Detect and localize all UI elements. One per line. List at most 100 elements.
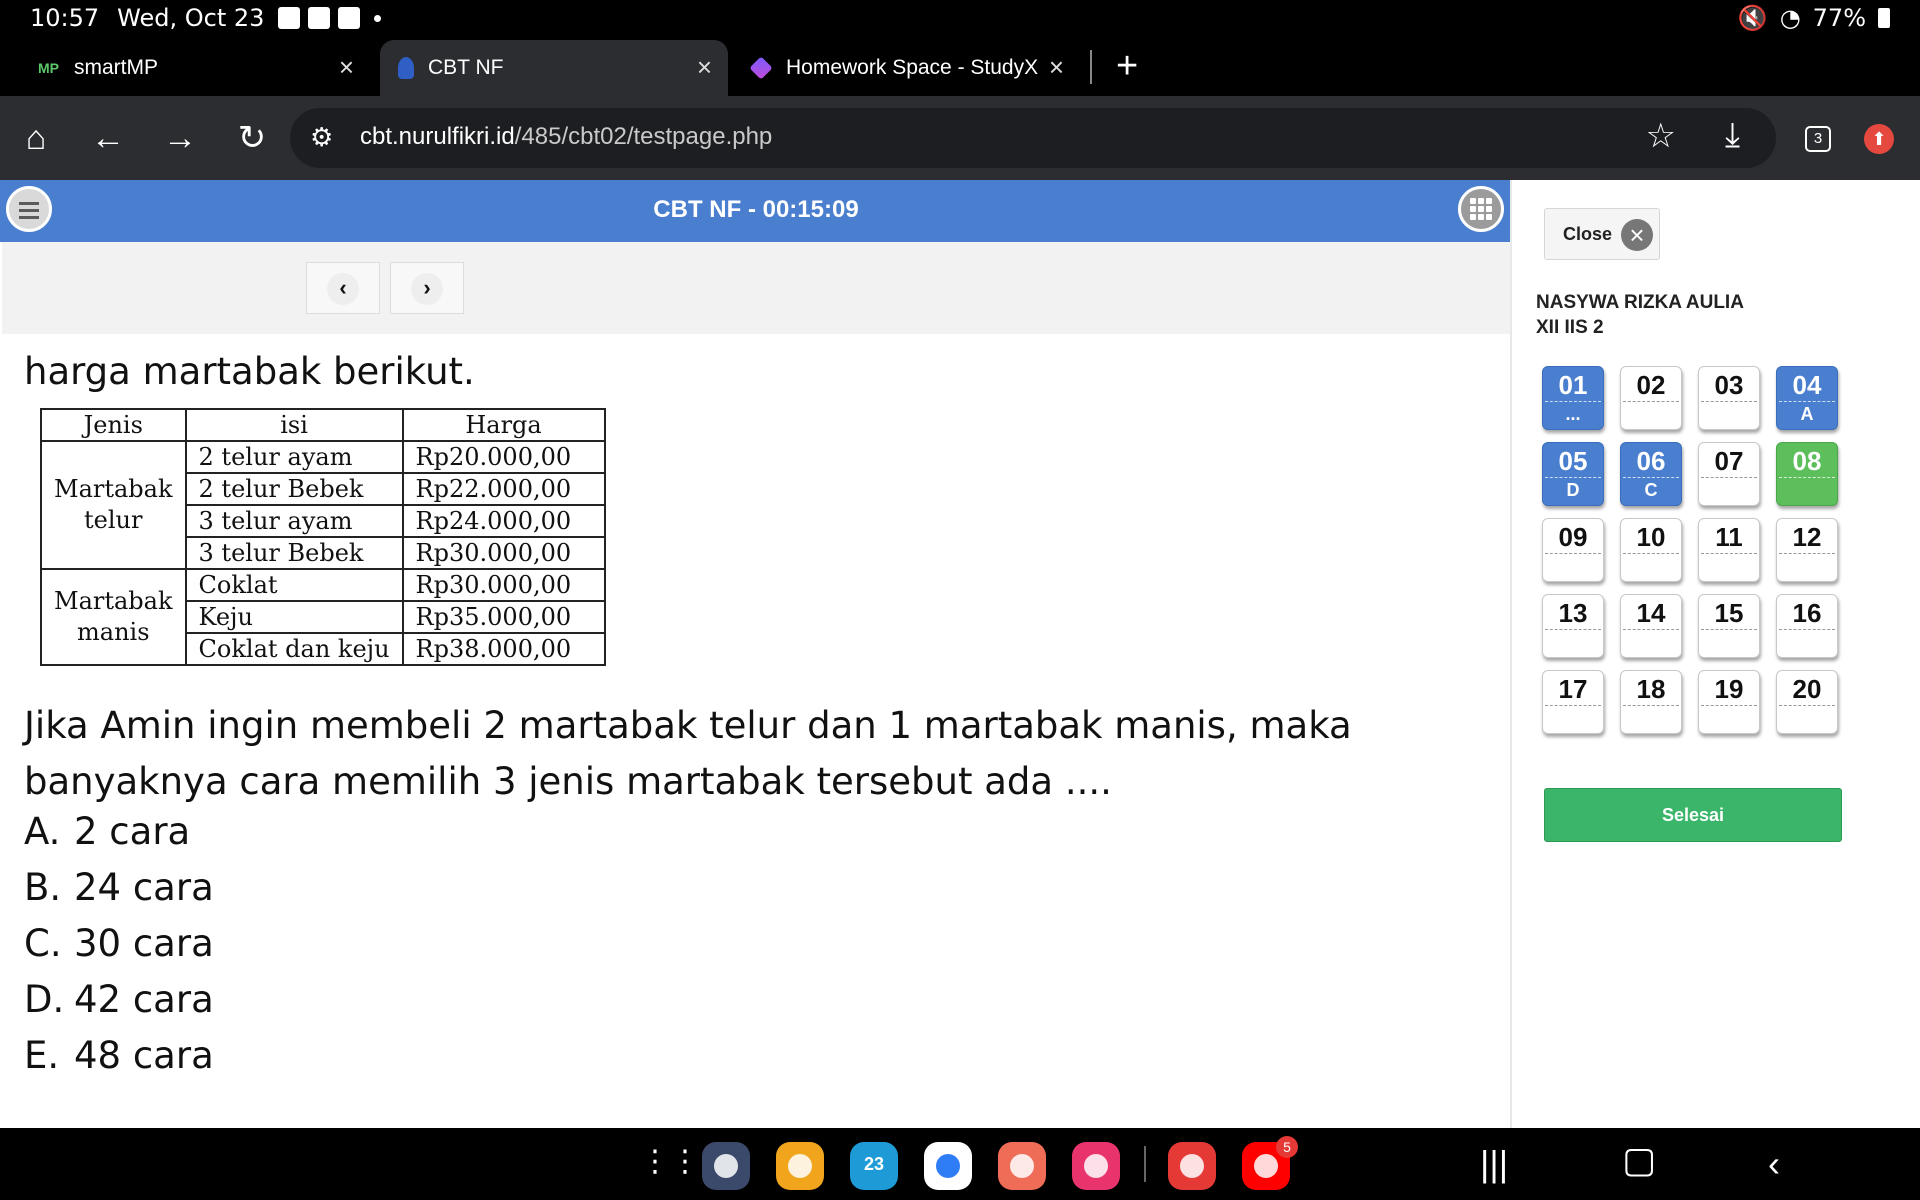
camera-app-icon[interactable] bbox=[1072, 1142, 1120, 1190]
question-number-button[interactable]: 07 bbox=[1698, 442, 1760, 506]
question-number-button[interactable]: 01... bbox=[1542, 366, 1604, 430]
option-b[interactable]: B. 24 cara bbox=[24, 860, 214, 916]
table-header: Harga bbox=[401, 408, 606, 442]
question-number-button[interactable]: 15 bbox=[1698, 594, 1760, 658]
app-glyph bbox=[788, 1154, 812, 1178]
back-arrow-icon[interactable]: ← bbox=[86, 116, 130, 160]
tab-strip: MP smartMP × CBT NF × Homework Space - S… bbox=[0, 36, 1920, 96]
home-nav-icon[interactable]: ▢ bbox=[1622, 1142, 1656, 1178]
question-answer: A bbox=[1779, 401, 1835, 426]
question-answer: D bbox=[1545, 477, 1601, 502]
question-number-button[interactable]: 17 bbox=[1542, 670, 1604, 734]
question-number-button[interactable]: 02 bbox=[1620, 366, 1682, 430]
question-number-button[interactable]: 05 D bbox=[1542, 442, 1604, 506]
question-number-button[interactable]: 14 bbox=[1620, 594, 1682, 658]
app-glyph bbox=[936, 1154, 960, 1178]
question-answer bbox=[1779, 477, 1835, 502]
close-panel-button[interactable]: Close × bbox=[1544, 208, 1660, 260]
option-a[interactable]: A. 2 cara bbox=[24, 804, 214, 860]
browser-toolbar: ⌂ ← → ↻ ⚙ cbt.nurulfikri.id/485/cbt02/te… bbox=[0, 96, 1920, 180]
table-row: Martabak manis Coklat Rp30.000,00 bbox=[40, 568, 606, 666]
table-cell: 3 telur Bebek bbox=[184, 536, 404, 570]
question-answer bbox=[1545, 629, 1601, 654]
forward-arrow-icon[interactable]: → bbox=[158, 116, 202, 160]
question-number-button[interactable]: 09 bbox=[1542, 518, 1604, 582]
table-header: Jenis bbox=[40, 408, 187, 442]
question-number-button[interactable]: 08 bbox=[1776, 442, 1838, 506]
question-number-button[interactable]: 03 bbox=[1698, 366, 1760, 430]
question-answer bbox=[1545, 705, 1601, 730]
option-e[interactable]: E. 48 cara bbox=[24, 1028, 214, 1084]
question-number-button[interactable]: 12 bbox=[1776, 518, 1838, 582]
previous-question-button[interactable]: ‹ bbox=[306, 262, 380, 314]
question-number-button[interactable]: 20 bbox=[1776, 670, 1838, 734]
studyx-favicon-icon bbox=[749, 56, 773, 80]
option-d[interactable]: D. 42 cara bbox=[24, 972, 214, 1028]
download-icon[interactable]: ⤓ bbox=[1725, 116, 1740, 155]
student-class: XII IIS 2 bbox=[1536, 317, 1604, 338]
question-number-button[interactable]: 18 bbox=[1620, 670, 1682, 734]
table-header: isi bbox=[184, 408, 404, 442]
question-number: 14 bbox=[1636, 598, 1666, 628]
table-cell: Rp30.000,00 bbox=[401, 568, 606, 602]
question-grid-icon[interactable] bbox=[1458, 186, 1504, 232]
recent-apps-icon[interactable]: ||| bbox=[1480, 1146, 1508, 1182]
question-number-button[interactable]: 10 bbox=[1620, 518, 1682, 582]
tab-count-button[interactable]: 3 bbox=[1805, 126, 1831, 152]
tab-close-icon[interactable]: × bbox=[1049, 54, 1064, 80]
question-number-button[interactable]: 19 bbox=[1698, 670, 1760, 734]
home-icon[interactable]: ⌂ bbox=[14, 116, 58, 160]
question-number: 05 bbox=[1558, 446, 1588, 476]
question-number-button[interactable]: 04 A bbox=[1776, 366, 1838, 430]
question-number-button[interactable]: 11 bbox=[1698, 518, 1760, 582]
update-arrow-icon[interactable]: ⬆ bbox=[1864, 124, 1894, 154]
question-number: 19 bbox=[1714, 674, 1744, 704]
menu-icon[interactable] bbox=[6, 186, 52, 232]
tab-close-icon[interactable]: × bbox=[339, 54, 354, 80]
question-number: 03 bbox=[1714, 370, 1744, 400]
question-number-button[interactable]: 06 C bbox=[1620, 442, 1682, 506]
site-settings-icon[interactable]: ⚙ bbox=[310, 122, 333, 153]
back-nav-icon[interactable]: ‹ bbox=[1768, 1146, 1780, 1182]
settings-app-icon[interactable] bbox=[702, 1142, 750, 1190]
option-letter: A. bbox=[24, 810, 61, 853]
tab-studyx[interactable]: Homework Space - StudyX × bbox=[732, 40, 1080, 96]
tab-smartmp[interactable]: MP smartMP × bbox=[20, 40, 370, 96]
table-cell: Keju bbox=[184, 600, 404, 634]
chevron-right-icon: › bbox=[411, 273, 443, 305]
calendar-app-icon[interactable]: 23 bbox=[850, 1142, 898, 1190]
web-page: CBT NF - 00:15:09 ‹ › harga martabak ber… bbox=[0, 180, 1920, 1128]
tab-close-icon[interactable]: × bbox=[697, 54, 712, 80]
question-answer bbox=[1623, 553, 1679, 578]
bookmark-star-icon[interactable]: ☆ bbox=[1646, 116, 1676, 156]
app-glyph bbox=[1180, 1154, 1204, 1178]
tab-cbt-nf[interactable]: CBT NF × bbox=[380, 40, 728, 96]
url-text[interactable]: cbt.nurulfikri.id/485/cbt02/testpage.php bbox=[360, 123, 772, 151]
contacts-app-icon[interactable] bbox=[998, 1142, 1046, 1190]
notes-app-icon[interactable] bbox=[1168, 1142, 1216, 1190]
finish-button[interactable]: Selesai bbox=[1544, 788, 1842, 842]
close-icon: × bbox=[1621, 219, 1653, 251]
student-name: NASYWA RIZKA AULIA bbox=[1536, 292, 1744, 313]
files-app-icon[interactable] bbox=[776, 1142, 824, 1190]
option-text: 48 cara bbox=[74, 1034, 214, 1077]
reload-icon[interactable]: ↻ bbox=[230, 116, 274, 160]
next-question-button[interactable]: › bbox=[390, 262, 464, 314]
smartmp-favicon-icon: MP bbox=[38, 60, 59, 76]
question-answer bbox=[1623, 629, 1679, 654]
question-answer bbox=[1623, 705, 1679, 730]
question-number: 17 bbox=[1558, 674, 1588, 704]
address-bar[interactable]: ⚙ cbt.nurulfikri.id/485/cbt02/testpage.p… bbox=[290, 108, 1776, 168]
table-cell: Rp22.000,00 bbox=[401, 472, 606, 506]
app-glyph bbox=[1254, 1154, 1278, 1178]
option-c[interactable]: C. 30 cara bbox=[24, 916, 214, 972]
question-number: 04 bbox=[1792, 370, 1822, 400]
new-tab-plus-icon[interactable]: + bbox=[1116, 44, 1138, 88]
table-row: Martabak telur 2 telur ayam Rp20.000,00 bbox=[40, 440, 606, 570]
question-answer: C bbox=[1623, 477, 1679, 502]
question-number-button[interactable]: 16 bbox=[1776, 594, 1838, 658]
tab-title: smartMP bbox=[74, 56, 158, 79]
question-number-button[interactable]: 13 bbox=[1542, 594, 1604, 658]
messages-app-icon[interactable] bbox=[924, 1142, 972, 1190]
question-panel: Close × NASYWA RIZKA AULIA XII IIS 2 01.… bbox=[1512, 180, 1920, 1128]
